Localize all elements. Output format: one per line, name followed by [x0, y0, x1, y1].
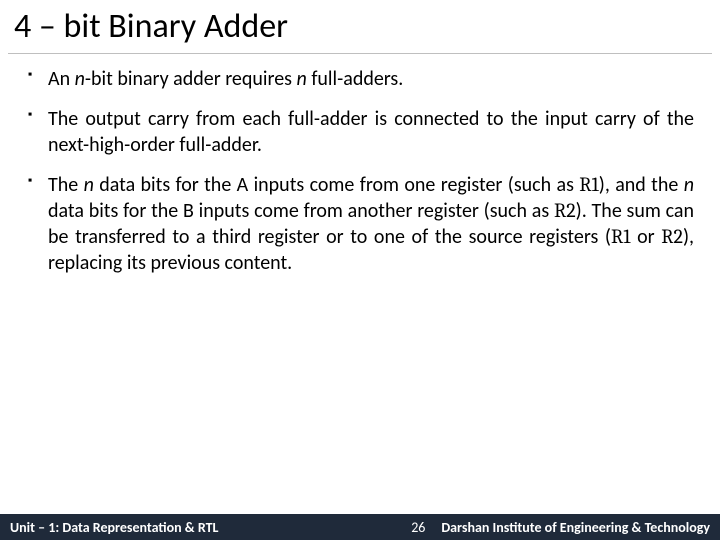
- footer-organization: Darshan Institute of Engineering & Techn…: [441, 519, 720, 536]
- slide-body: An n-bit binary adder requires n full-ad…: [0, 62, 720, 276]
- text: The output carry from each full-adder is…: [48, 107, 694, 157]
- list-item: The n data bits for the A inputs come fr…: [26, 172, 694, 276]
- list-item: The output carry from each full-adder is…: [26, 106, 694, 158]
- footer-unit: Unit – 1: Data Representation & RTL: [0, 519, 218, 536]
- text: The: [48, 173, 84, 197]
- text: An: [48, 67, 75, 91]
- slide-footer: Unit – 1: Data Representation & RTL 26 D…: [0, 514, 720, 540]
- register-r2: R2: [661, 225, 683, 248]
- title-divider: [8, 53, 712, 54]
- register-r2: R2: [554, 199, 576, 222]
- list-item: An n-bit binary adder requires n full-ad…: [26, 66, 694, 92]
- text: -bit binary adder requires: [85, 67, 297, 91]
- bullet-list: An n-bit binary adder requires n full-ad…: [26, 66, 694, 276]
- slide: 4 – bit Binary Adder An n-bit binary add…: [0, 0, 720, 540]
- variable-n: n: [297, 67, 307, 91]
- variable-n: n: [84, 173, 94, 197]
- footer-page-number: 26: [395, 519, 441, 536]
- text: data bits for the B inputs come from ano…: [48, 199, 554, 223]
- text: data bits for the A inputs come from one…: [94, 173, 579, 197]
- register-r1: R1: [611, 225, 631, 248]
- page-title: 4 – bit Binary Adder: [0, 0, 720, 53]
- variable-n: n: [75, 67, 85, 91]
- text: full-adders.: [307, 67, 403, 91]
- text: ), and the: [599, 173, 684, 197]
- text: or: [630, 225, 661, 249]
- variable-n: n: [684, 173, 694, 197]
- register-r1: R1: [579, 173, 599, 196]
